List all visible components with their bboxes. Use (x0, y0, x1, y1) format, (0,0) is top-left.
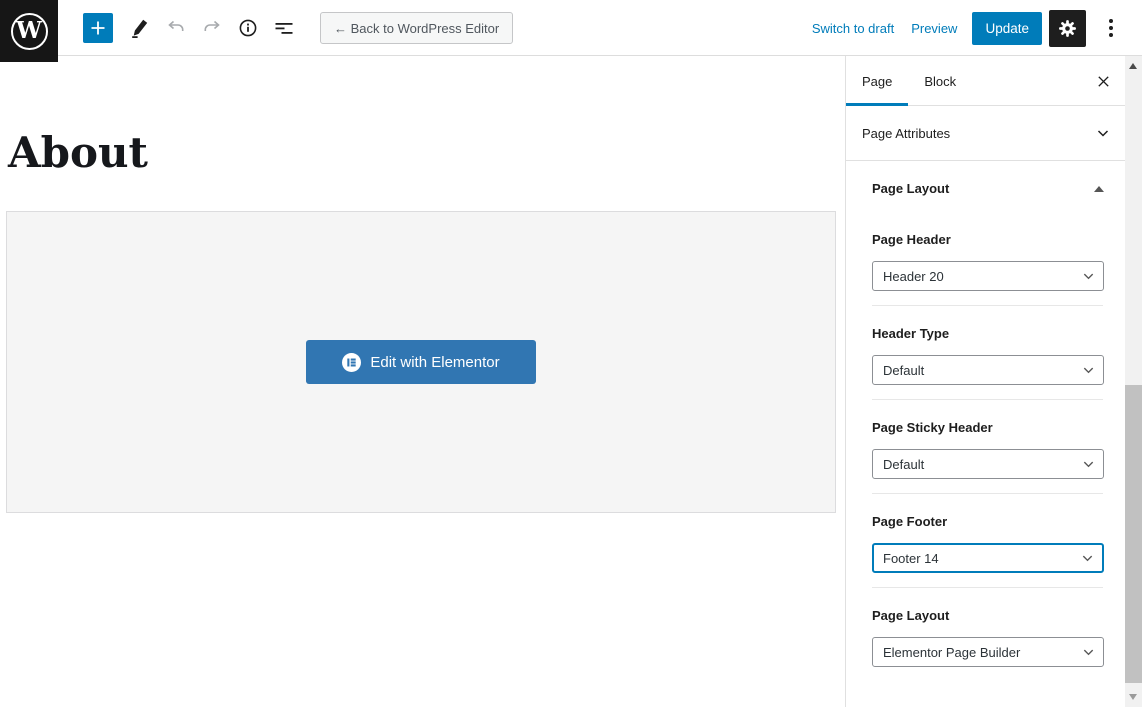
field-page-layout: Page Layout Elementor Page Builder (872, 588, 1103, 681)
chevron-down-icon (1081, 552, 1094, 565)
close-icon (1096, 74, 1111, 89)
page-layout-select[interactable]: Elementor Page Builder (872, 637, 1104, 667)
list-view-button[interactable] (269, 13, 299, 43)
plus-icon (88, 18, 108, 38)
page-header-label: Page Header (872, 232, 1103, 247)
page-layout-label: Page Layout (872, 608, 1103, 623)
sidebar-tabs: Page Block (846, 56, 1125, 106)
editor-canvas: About Edit with Elementor (0, 56, 845, 707)
wordpress-logo-icon: W (11, 13, 48, 50)
list-view-icon (273, 17, 295, 39)
tab-block[interactable]: Block (908, 56, 972, 106)
field-page-footer: Page Footer Footer 14 (872, 494, 1103, 588)
page-attributes-label: Page Attributes (862, 126, 950, 141)
field-page-sticky-header: Page Sticky Header Default (872, 400, 1103, 494)
edit-with-elementor-label: Edit with Elementor (370, 354, 499, 371)
scroll-down-arrow[interactable] (1129, 694, 1137, 700)
header-type-select[interactable]: Default (872, 355, 1104, 385)
close-sidebar-button[interactable] (1093, 71, 1113, 91)
redo-arrow-icon (201, 17, 223, 39)
page-layout-panel-title: Page Layout (872, 181, 949, 196)
settings-toggle-button[interactable] (1049, 10, 1086, 47)
redo-button[interactable] (197, 13, 227, 43)
preview-link[interactable]: Preview (911, 21, 957, 36)
page-sticky-header-label: Page Sticky Header (872, 420, 1103, 435)
update-button[interactable]: Update (972, 12, 1042, 45)
tab-page[interactable]: Page (846, 56, 908, 106)
tools-button[interactable] (125, 13, 155, 43)
elementor-e-icon (342, 353, 361, 372)
pencil-icon (129, 17, 151, 39)
header-type-label: Header Type (872, 326, 1103, 341)
back-to-wordpress-editor-button[interactable]: ← Back to WordPress Editor (320, 12, 513, 44)
switch-to-draft-link[interactable]: Switch to draft (812, 21, 894, 36)
toolbar-left-group: ← Back to WordPress Editor (83, 0, 513, 56)
kebab-menu-icon (1109, 19, 1113, 23)
page-footer-select[interactable]: Footer 14 (872, 543, 1104, 573)
wordpress-block-editor: W (0, 0, 1142, 707)
vertical-scrollbar (1125, 56, 1142, 707)
gear-icon (1056, 17, 1079, 40)
field-header-type: Header Type Default (872, 306, 1103, 400)
details-button[interactable] (233, 13, 263, 43)
chevron-down-icon (1082, 458, 1095, 471)
chevron-down-icon (1082, 364, 1095, 377)
wordpress-w-letter: W (16, 19, 42, 42)
info-icon (237, 17, 259, 39)
page-sticky-header-select[interactable]: Default (872, 449, 1104, 479)
wordpress-logo[interactable]: W (0, 0, 58, 62)
undo-arrow-icon (165, 17, 187, 39)
collapse-triangle-icon (1094, 186, 1104, 192)
scrollbar-thumb[interactable] (1125, 385, 1142, 683)
elementor-placeholder-block[interactable]: Edit with Elementor (6, 211, 836, 513)
options-menu-button[interactable] (1101, 13, 1121, 43)
chevron-down-icon (1096, 126, 1110, 140)
toolbar-right-group: Switch to draft Preview Update (812, 0, 1121, 56)
field-page-header: Page Header Header 20 (872, 196, 1103, 306)
settings-sidebar: Page Block Page Attributes Page Layout P… (845, 56, 1125, 707)
page-attributes-panel-toggle[interactable]: Page Attributes (846, 106, 1125, 161)
page-header-select[interactable]: Header 20 (872, 261, 1104, 291)
scroll-up-arrow[interactable] (1129, 63, 1137, 69)
undo-button[interactable] (161, 13, 191, 43)
page-title[interactable]: About (8, 132, 148, 174)
editor-toolbar: W (0, 0, 1142, 56)
page-layout-panel-toggle[interactable]: Page Layout (846, 161, 1125, 196)
page-footer-label: Page Footer (872, 514, 1103, 529)
chevron-down-icon (1082, 646, 1095, 659)
chevron-down-icon (1082, 270, 1095, 283)
block-inserter-button[interactable] (83, 13, 113, 43)
edit-with-elementor-button[interactable]: Edit with Elementor (306, 340, 536, 384)
